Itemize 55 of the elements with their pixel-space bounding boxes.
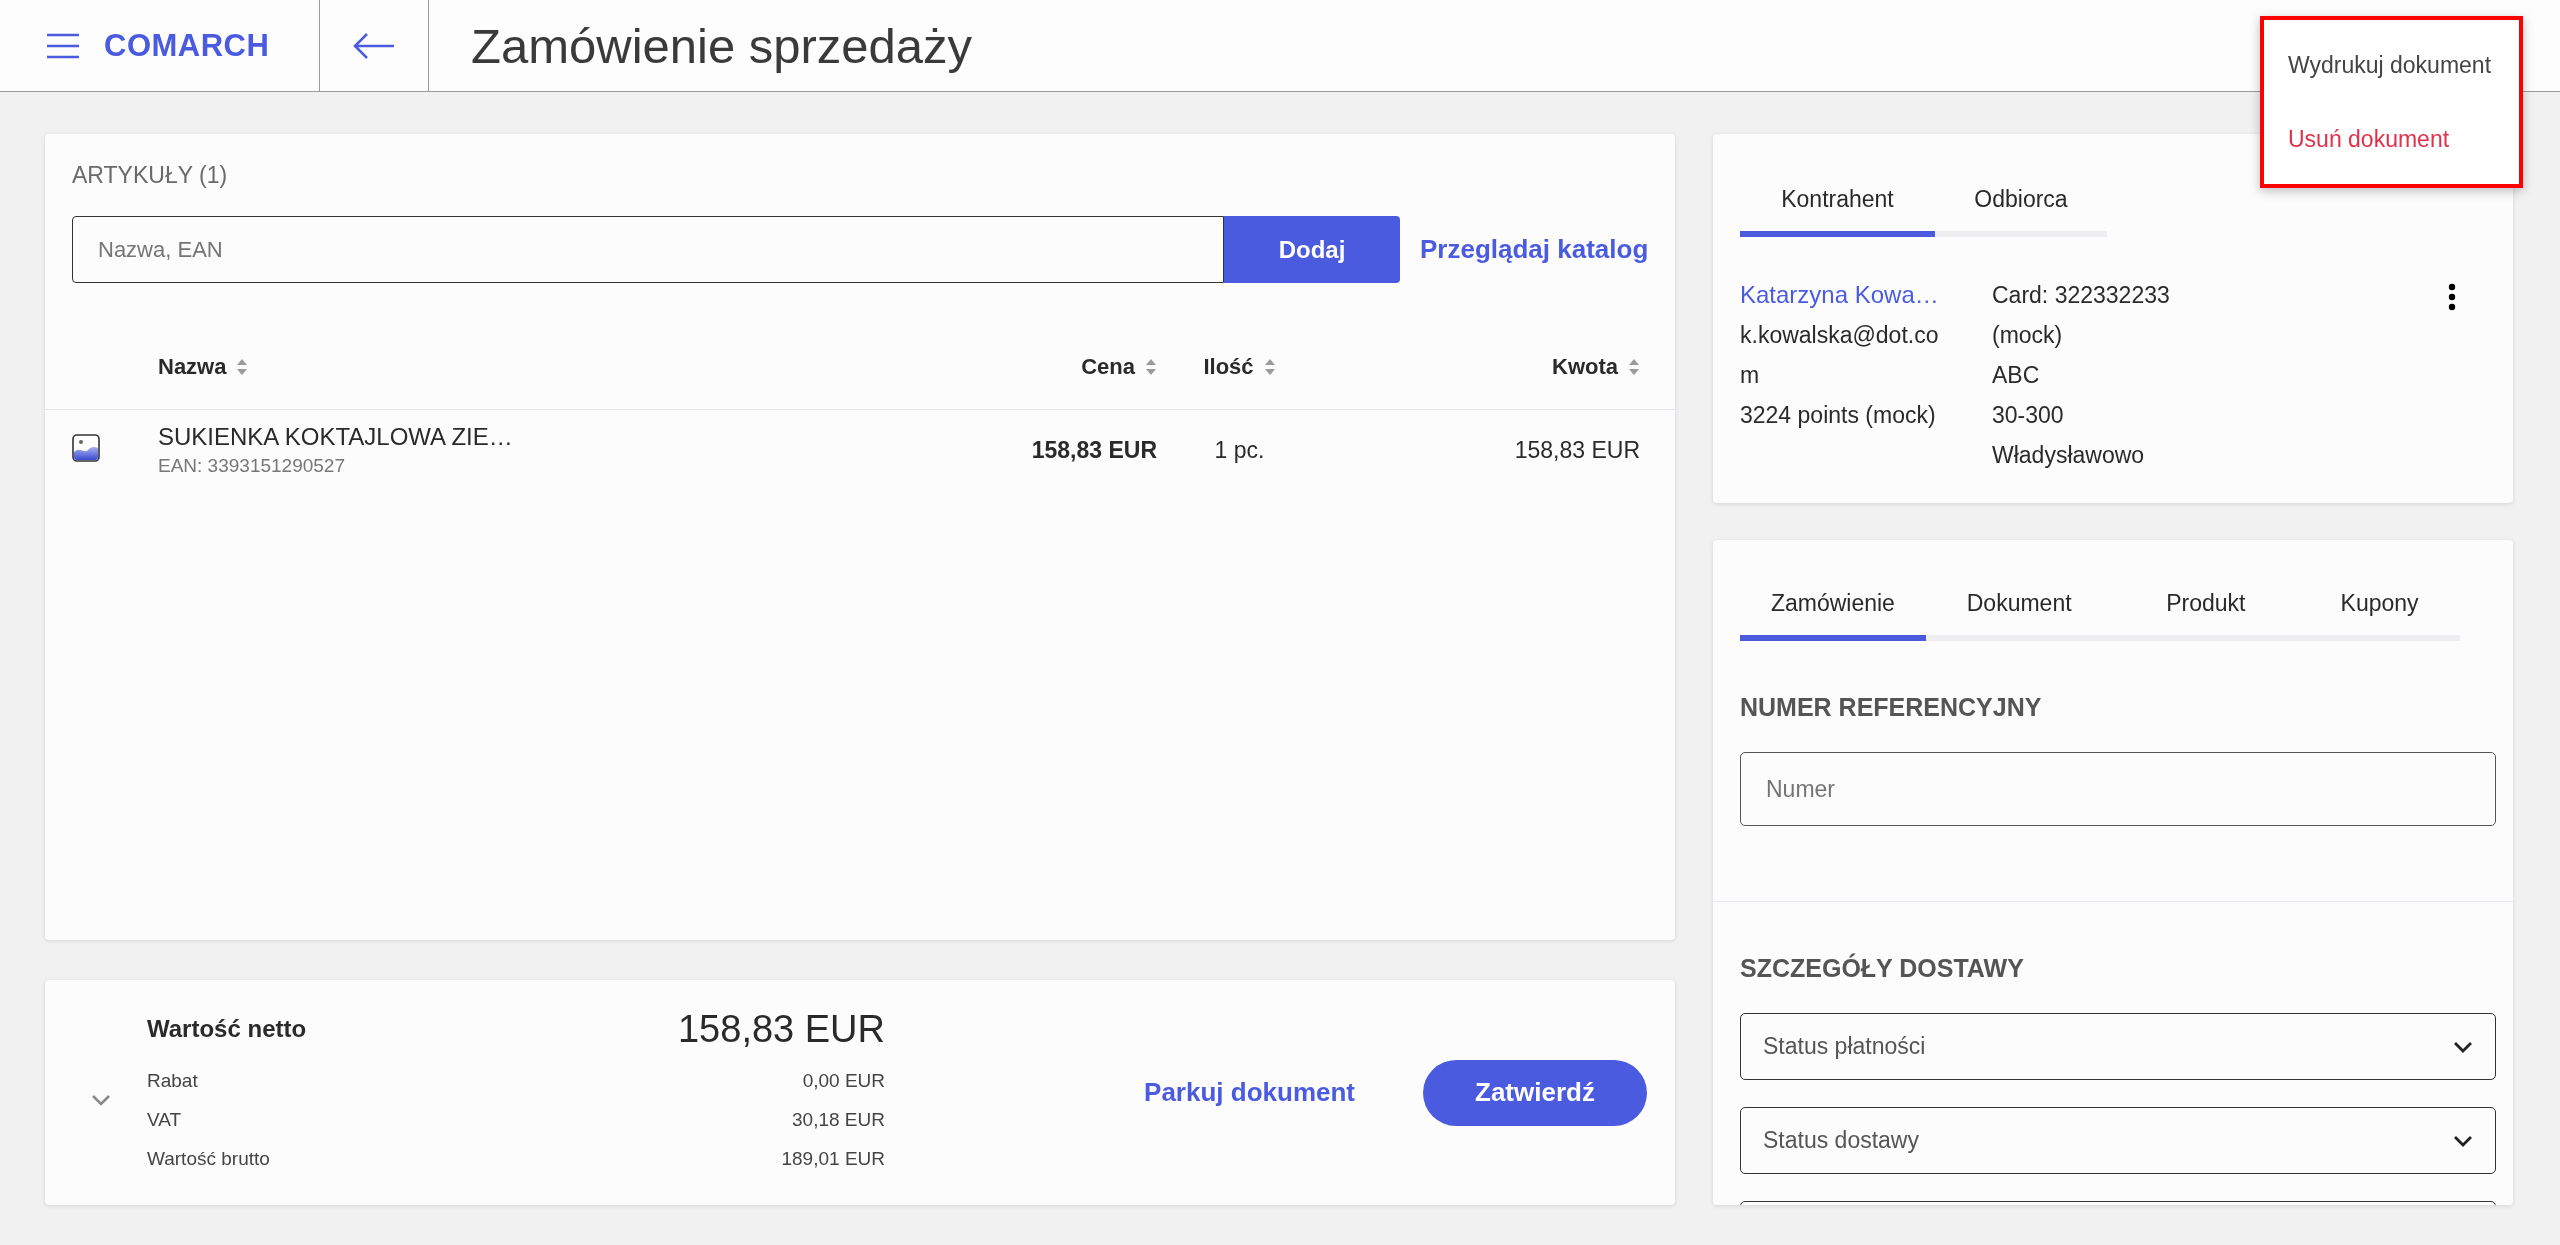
reference-number-field[interactable]: Numer — [1740, 752, 2496, 826]
total-value: 30,18 EUR — [792, 1107, 885, 1132]
total-label: Wartość brutto — [147, 1146, 270, 1171]
section-heading: NUMER REFERENCYJNY — [1740, 693, 2043, 722]
tab[interactable]: Produkt — [2112, 590, 2300, 641]
customer-points: 3224 points (mock) — [1740, 401, 1937, 430]
more-icon[interactable] — [2448, 283, 2456, 311]
total-value: 0,00 EUR — [802, 1068, 885, 1093]
total-value: 189,01 EUR — [781, 1146, 885, 1171]
menu-item[interactable]: Usuń dokument — [2288, 125, 2519, 153]
sort-icon[interactable] — [1145, 358, 1157, 376]
search-field[interactable]: Nazwa, EAN — [72, 216, 1224, 283]
product-name[interactable]: SUKIENKA KOKTAJLOWA ZIE… — [158, 423, 917, 451]
price-cell: 158,83 EUR — [1031, 436, 1157, 463]
tab[interactable]: Odbiorca — [1935, 186, 2107, 237]
page-title: Zamówienie sprzedaży — [471, 17, 973, 74]
menu-item[interactable]: Wydrukuj dokument — [2288, 51, 2519, 79]
product-ean: EAN: 3393151290527 — [158, 455, 346, 477]
select-field[interactable]: Status płatności — [1740, 1013, 2496, 1080]
chevron-down-icon — [2453, 1040, 2473, 1053]
add-button[interactable]: Dodaj — [1224, 216, 1400, 283]
customer-email: k.kowalska@dot.com — [1740, 321, 1940, 390]
sort-icon[interactable] — [236, 358, 249, 376]
quantity-cell: 1 pc. — [1214, 436, 1265, 463]
confirm-button[interactable]: Zatwierdź — [1423, 1059, 1647, 1126]
sort-icon[interactable] — [1628, 358, 1640, 376]
tab[interactable]: Kontrahent — [1740, 186, 1935, 237]
total-label: Rabat — [147, 1068, 198, 1093]
chevron-down-icon[interactable] — [91, 1093, 111, 1106]
menu-icon[interactable] — [46, 32, 80, 59]
image-icon — [72, 434, 100, 462]
chevron-down-icon — [2453, 1134, 2473, 1147]
net-value: 158,83 EUR — [678, 1007, 885, 1051]
column-header[interactable]: Kwota — [1552, 354, 1618, 380]
customer-address: 30-300 Władysławowo — [1992, 401, 2146, 470]
tab[interactable]: Kupony — [2299, 590, 2460, 641]
net-value-label: Wartość netto — [147, 1015, 307, 1043]
sort-icon[interactable] — [1263, 358, 1276, 376]
amount-cell: 158,83 EUR — [1514, 436, 1640, 463]
select-field[interactable]: Status dostawy — [1740, 1107, 2496, 1174]
section-heading: SZCZEGÓŁY DOSTAWY — [1740, 954, 2025, 983]
customer-company: ABC — [1992, 361, 2041, 390]
tab[interactable]: Zamówienie — [1740, 590, 1926, 641]
logo: COMARCH — [104, 27, 270, 64]
column-header[interactable]: Ilość — [1203, 354, 1254, 380]
back-arrow-icon[interactable] — [352, 31, 396, 60]
total-label: VAT — [147, 1107, 182, 1132]
customer-card-number: Card: 322332233 (mock) — [1992, 281, 2171, 350]
catalog-link[interactable]: Przeglądaj katalog — [1420, 234, 1649, 265]
column-header[interactable]: Cena — [1081, 354, 1135, 380]
section-heading: ARTYKUŁY (1) — [72, 162, 229, 189]
customer-name-link[interactable]: Katarzyna Kowa… — [1740, 275, 1992, 315]
tab[interactable]: Dokument — [1925, 590, 2113, 641]
column-header[interactable]: Nazwa — [158, 354, 227, 380]
park-document-link[interactable]: Parkuj dokument — [1144, 1077, 1355, 1108]
